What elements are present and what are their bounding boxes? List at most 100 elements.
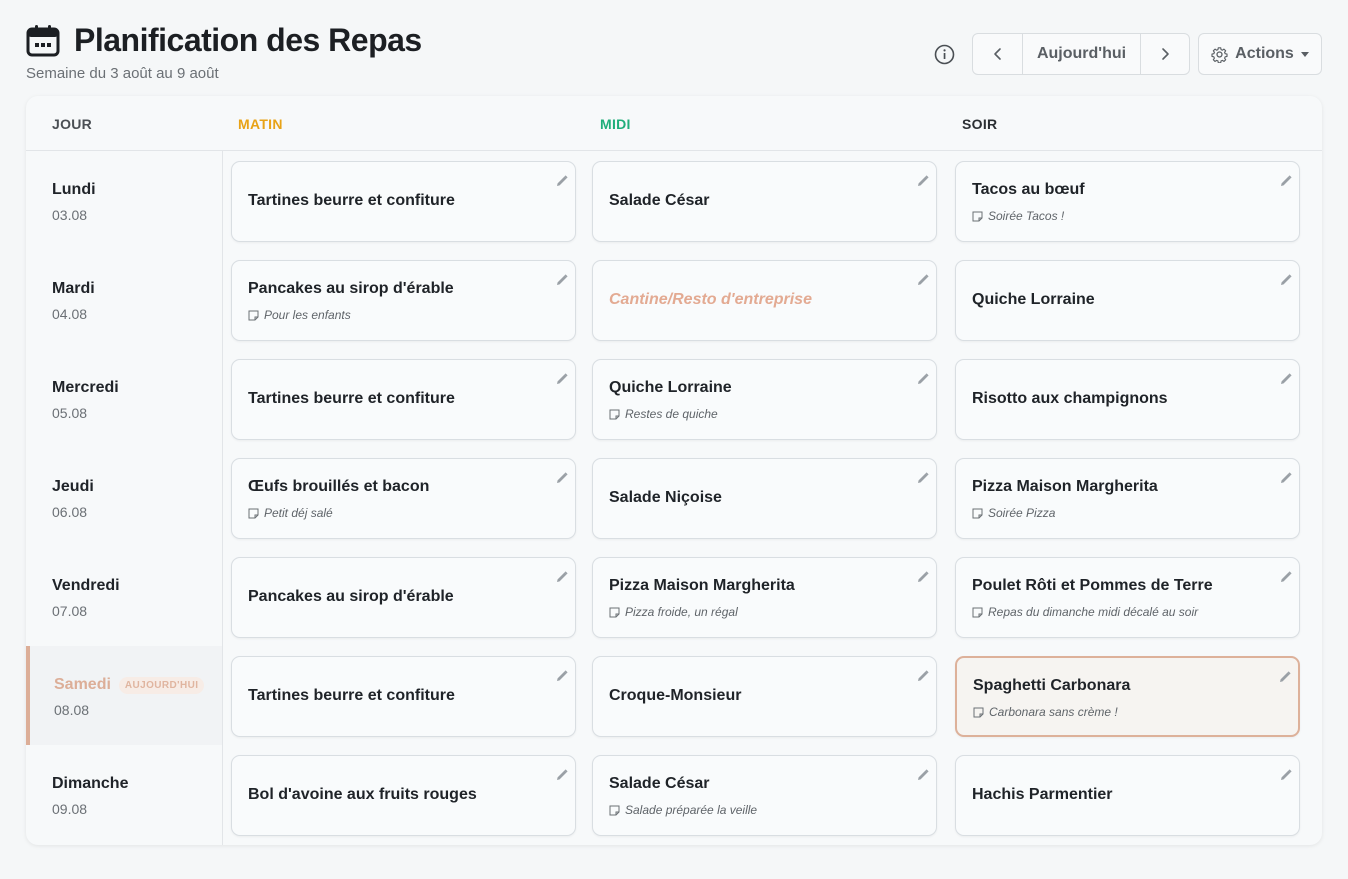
meal-card-soir[interactable]: Spaghetti Carbonara Carbonara sans crème … xyxy=(955,656,1300,737)
meal-name: Poulet Rôti et Pommes de Terre xyxy=(972,577,1213,594)
meal-card-matin[interactable]: Pancakes au sirop d'érable Pour les enfan… xyxy=(231,260,576,341)
meal-note: Petit déj salé xyxy=(248,506,333,520)
meal-card-midi[interactable]: Salade César xyxy=(592,161,937,242)
meal-note-text: Restes de quiche xyxy=(625,407,718,421)
day-name-label: Samedi xyxy=(54,676,111,693)
meal-note-text: Carbonara sans crème ! xyxy=(989,705,1118,719)
day-cell: Dimanche 09.08 xyxy=(26,745,222,844)
edit-pencil-icon[interactable] xyxy=(1278,670,1292,684)
edit-pencil-icon[interactable] xyxy=(916,273,930,287)
day-cell: Samedi AUJOURD'HUI 08.08 xyxy=(26,646,222,745)
meal-note: Pour les enfants xyxy=(248,308,351,322)
grid-header: JOUR MATIN MIDI SOIR xyxy=(26,96,1322,151)
day-name-label: Jeudi xyxy=(52,478,94,495)
meal-card-soir[interactable]: Hachis Parmentier xyxy=(955,755,1300,836)
info-icon[interactable] xyxy=(932,42,956,66)
edit-pencil-icon[interactable] xyxy=(555,174,569,188)
edit-pencil-icon[interactable] xyxy=(1279,174,1293,188)
edit-pencil-icon[interactable] xyxy=(916,174,930,188)
day-column-divider xyxy=(222,151,223,845)
day-date: 05.08 xyxy=(52,405,88,421)
meal-card-matin[interactable]: Bol d'avoine aux fruits rouges xyxy=(231,755,576,836)
meal-card-midi[interactable]: Salade Niçoise xyxy=(592,458,937,539)
meal-card-matin[interactable]: Tartines beurre et confiture xyxy=(231,656,576,737)
meal-name: Pancakes au sirop d'érable xyxy=(248,280,454,297)
day-name: Jeudi xyxy=(52,478,94,496)
edit-pencil-icon[interactable] xyxy=(916,372,930,386)
meal-name: Spaghetti Carbonara xyxy=(973,677,1131,694)
column-header-soir: SOIR xyxy=(962,116,998,132)
day-cell: Vendredi 07.08 xyxy=(26,547,222,646)
meal-card-matin[interactable]: Pancakes au sirop d'érable xyxy=(231,557,576,638)
edit-pencil-icon[interactable] xyxy=(555,768,569,782)
day-name-label: Mercredi xyxy=(52,379,119,396)
meal-name: Quiche Lorraine xyxy=(972,291,1095,308)
meal-name: Quiche Lorraine xyxy=(609,379,732,396)
note-icon xyxy=(972,211,983,222)
meal-card-matin[interactable]: Œufs brouillés et bacon Petit déj salé xyxy=(231,458,576,539)
meal-name: Pizza Maison Margherita xyxy=(972,478,1158,495)
edit-pencil-icon[interactable] xyxy=(916,471,930,485)
meal-note: Salade préparée la veille xyxy=(609,803,757,817)
actions-label: Actions xyxy=(1235,45,1294,62)
meal-card-midi[interactable]: Croque-Monsieur xyxy=(592,656,937,737)
edit-pencil-icon[interactable] xyxy=(555,570,569,584)
meal-note-text: Soirée Pizza xyxy=(988,506,1056,520)
chevron-right-icon xyxy=(1162,48,1169,60)
day-name: Samedi AUJOURD'HUI xyxy=(54,676,205,694)
edit-pencil-icon[interactable] xyxy=(1279,372,1293,386)
day-date: 08.08 xyxy=(54,702,90,718)
meal-note-text: Salade préparée la veille xyxy=(625,803,758,817)
meal-card-midi[interactable]: Cantine/Resto d'entreprise xyxy=(592,260,937,341)
edit-pencil-icon[interactable] xyxy=(916,768,930,782)
meal-card-matin[interactable]: Tartines beurre et confiture xyxy=(231,161,576,242)
meal-card-soir[interactable]: Risotto aux champignons xyxy=(955,359,1300,440)
page-title: Planification des Repas xyxy=(74,22,422,58)
note-icon xyxy=(609,607,620,618)
edit-pencil-icon[interactable] xyxy=(916,570,930,584)
meal-card-midi[interactable]: Salade César Salade préparée la veille xyxy=(592,755,937,836)
edit-pencil-icon[interactable] xyxy=(916,669,930,683)
meal-card-soir[interactable]: Tacos au bœuf Soirée Tacos ! xyxy=(955,161,1300,242)
today-button[interactable]: Aujourd'hui xyxy=(1022,34,1140,74)
note-icon xyxy=(609,409,620,420)
next-week-button[interactable] xyxy=(1140,34,1189,74)
day-cell: Mercredi 05.08 xyxy=(26,349,222,448)
meal-name: Tacos au bœuf xyxy=(972,181,1085,198)
day-name-label: Lundi xyxy=(52,181,96,198)
meal-name: Bol d'avoine aux fruits rouges xyxy=(248,786,477,803)
edit-pencil-icon[interactable] xyxy=(555,372,569,386)
actions-button[interactable]: Actions xyxy=(1198,33,1322,75)
edit-pencil-icon[interactable] xyxy=(555,471,569,485)
meal-planner-grid: JOUR MATIN MIDI SOIR Lundi 03.08 Tartines … xyxy=(26,96,1322,845)
edit-pencil-icon[interactable] xyxy=(1279,471,1293,485)
note-icon xyxy=(972,508,983,519)
meal-name: Tartines beurre et confiture xyxy=(248,390,455,407)
edit-pencil-icon[interactable] xyxy=(555,669,569,683)
edit-pencil-icon[interactable] xyxy=(1279,768,1293,782)
day-cell: Jeudi 06.08 xyxy=(26,448,222,547)
meal-card-soir[interactable]: Poulet Rôti et Pommes de Terre Repas du d… xyxy=(955,557,1300,638)
meal-name: Hachis Parmentier xyxy=(972,786,1113,803)
note-icon xyxy=(248,310,259,321)
edit-pencil-icon[interactable] xyxy=(1279,570,1293,584)
meal-card-matin[interactable]: Tartines beurre et confiture xyxy=(231,359,576,440)
edit-pencil-icon[interactable] xyxy=(555,273,569,287)
meal-card-midi[interactable]: Pizza Maison Margherita Pizza froide, un … xyxy=(592,557,937,638)
previous-week-button[interactable] xyxy=(973,34,1022,74)
day-name: Dimanche xyxy=(52,775,128,793)
meal-card-soir[interactable]: Pizza Maison Margherita Soirée Pizza xyxy=(955,458,1300,539)
meal-name: Croque-Monsieur xyxy=(609,687,742,704)
day-name: Mardi xyxy=(52,280,95,298)
meal-note: Soirée Pizza xyxy=(972,506,1055,520)
meal-name: Pancakes au sirop d'érable xyxy=(248,588,454,605)
meal-card-midi[interactable]: Quiche Lorraine Restes de quiche xyxy=(592,359,937,440)
column-header-jour: JOUR xyxy=(52,116,93,132)
day-name-label: Dimanche xyxy=(52,775,129,792)
meal-card-soir[interactable]: Quiche Lorraine xyxy=(955,260,1300,341)
day-date: 04.08 xyxy=(52,306,88,322)
edit-pencil-icon[interactable] xyxy=(1279,273,1293,287)
day-date: 09.08 xyxy=(52,801,88,817)
meal-note-text: Pour les enfants xyxy=(264,308,351,322)
column-header-midi: MIDI xyxy=(600,116,631,132)
